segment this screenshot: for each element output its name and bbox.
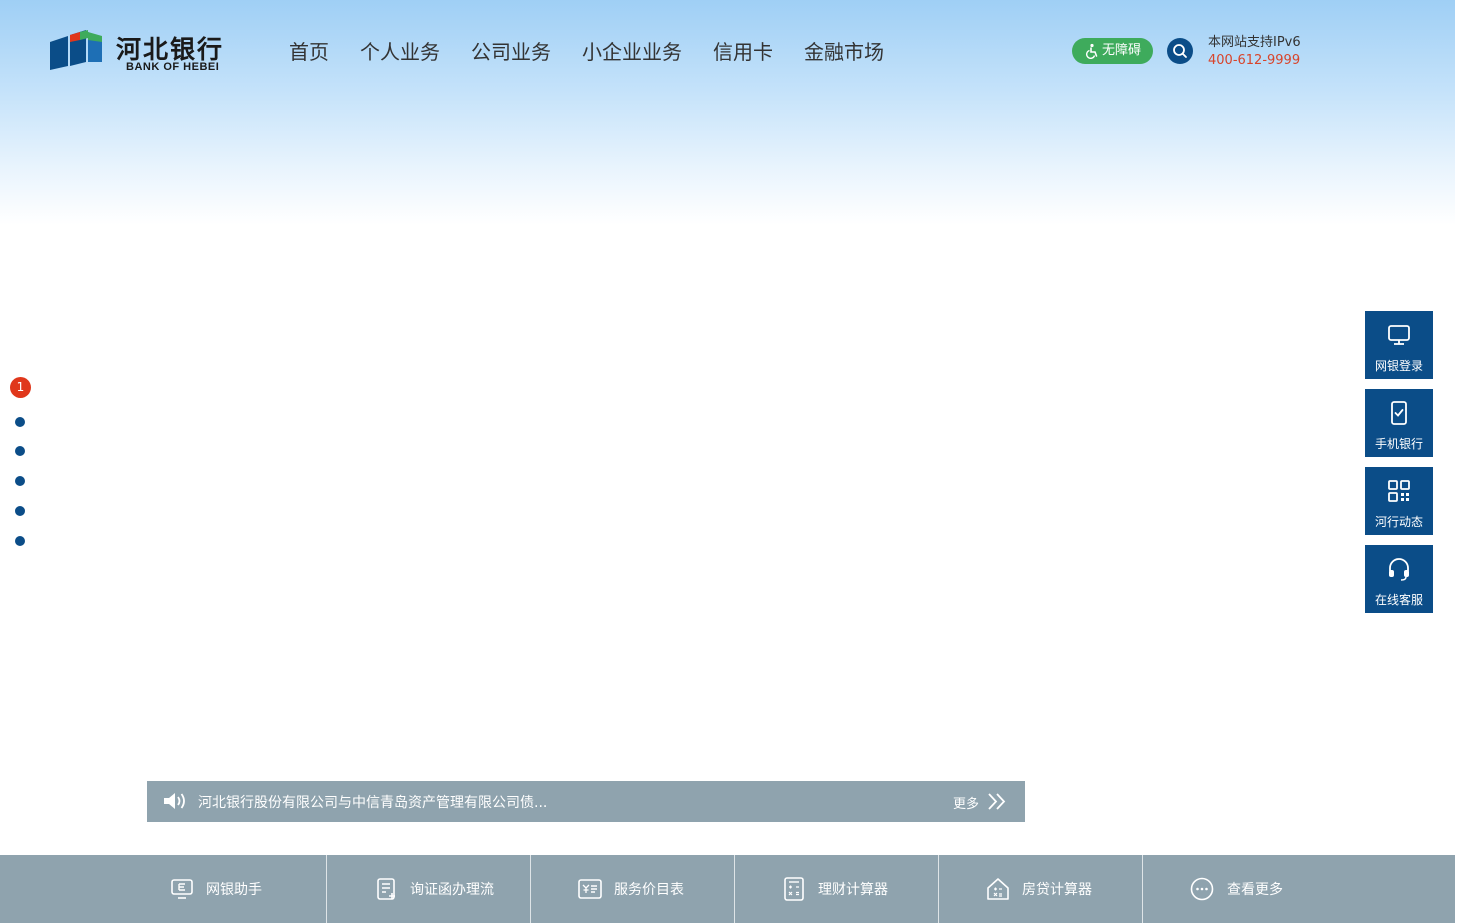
- page-scrollbar[interactable]: [1455, 0, 1470, 923]
- nav-home[interactable]: 首页: [289, 38, 329, 66]
- float-ebank-login[interactable]: 网银登录: [1365, 311, 1433, 379]
- monitor-icon: [1388, 325, 1410, 345]
- carousel-dot[interactable]: [15, 446, 25, 456]
- phone-check-icon: [1391, 401, 1407, 425]
- search-icon: [1173, 44, 1187, 58]
- notice-more-link[interactable]: 更多: [953, 793, 979, 812]
- quick-confirmation-letter[interactable]: 询证函办理流: [327, 855, 530, 923]
- nav-corporate[interactable]: 公司业务: [471, 38, 551, 66]
- carousel-dot-active[interactable]: 1: [10, 377, 31, 398]
- notice-bar: 河北银行股份有限公司与中信青岛资产管理有限公司债... 更多: [147, 781, 1025, 822]
- quick-link-label: 理财计算器: [818, 882, 888, 898]
- float-online-service[interactable]: 在线客服: [1365, 545, 1433, 613]
- search-button[interactable]: [1167, 38, 1193, 64]
- quick-ebank-assistant[interactable]: 网银助手: [0, 855, 326, 923]
- quick-link-label: 网银助手: [206, 882, 262, 898]
- qr-code-icon: [1388, 480, 1410, 502]
- logo-english-name: BANK OF HEBEI: [126, 61, 220, 73]
- more-icon: [1190, 877, 1214, 901]
- carousel-dot[interactable]: [15, 417, 25, 427]
- quick-view-more[interactable]: 查看更多: [1143, 855, 1455, 923]
- quick-link-label: 查看更多: [1227, 882, 1283, 898]
- hotline-number: 400-612-9999: [1208, 53, 1301, 68]
- quick-wealth-calculator[interactable]: 理财计算器: [735, 855, 938, 923]
- main-nav: 首页 个人业务 公司业务 小企业业务 信用卡 金融市场: [289, 38, 915, 66]
- speaker-icon: [164, 793, 185, 809]
- headset-icon: [1389, 558, 1409, 581]
- house-calculator-icon: [987, 878, 1009, 900]
- float-label: 在线客服: [1374, 593, 1423, 607]
- float-label: 手机银行: [1374, 437, 1423, 451]
- float-mobile-banking[interactable]: 手机银行: [1365, 389, 1433, 457]
- nav-financial-market[interactable]: 金融市场: [804, 38, 884, 66]
- quick-link-label: 房贷计算器: [1022, 882, 1092, 898]
- float-label: 网银登录: [1374, 359, 1423, 373]
- float-bank-news[interactable]: 河行动态: [1365, 467, 1433, 535]
- accessibility-label: 无障碍: [1102, 43, 1142, 58]
- carousel-dot[interactable]: [15, 536, 25, 546]
- quick-link-label: 询证函办理流: [410, 882, 494, 898]
- accessibility-button[interactable]: 无障碍: [1072, 38, 1153, 64]
- notice-text[interactable]: 河北银行股份有限公司与中信青岛资产管理有限公司债...: [198, 792, 547, 812]
- nav-personal[interactable]: 个人业务: [360, 38, 440, 66]
- quick-link-label: 服务价目表: [614, 882, 684, 898]
- quick-links-bar: 网银助手 询证函办理流 服务价目表 理财计算器 房贷计算器 查看更多: [0, 855, 1455, 923]
- bank-logo[interactable]: 河北银行 BANK OF HEBEI: [50, 28, 230, 74]
- logo-emblem-icon: [50, 30, 102, 70]
- quick-mortgage-calculator[interactable]: 房贷计算器: [939, 855, 1142, 923]
- quick-service-price-list[interactable]: 服务价目表: [531, 855, 734, 923]
- carousel-dot[interactable]: [15, 476, 25, 486]
- document-edit-icon: [377, 878, 395, 900]
- ipv6-support-text: 本网站支持IPv6: [1208, 35, 1301, 50]
- carousel-dot[interactable]: [15, 506, 25, 516]
- nav-credit-card[interactable]: 信用卡: [713, 38, 773, 66]
- double-chevron-right-icon[interactable]: [987, 793, 1007, 810]
- price-list-icon: [578, 879, 602, 899]
- nav-small-business[interactable]: 小企业业务: [582, 38, 682, 66]
- calculator-icon: [784, 877, 804, 901]
- float-label: 河行动态: [1374, 515, 1423, 529]
- wheelchair-icon: [1085, 43, 1098, 59]
- ebank-assistant-icon: [171, 879, 193, 899]
